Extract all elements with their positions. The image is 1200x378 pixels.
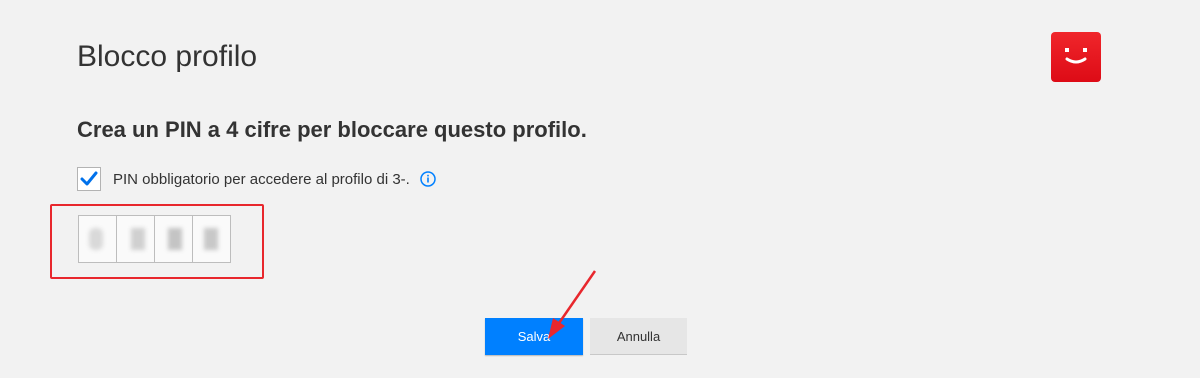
checkmark-icon xyxy=(80,171,98,186)
cancel-button[interactable]: Annulla xyxy=(590,318,687,355)
profile-avatar xyxy=(1051,32,1101,82)
require-pin-row: PIN obbligatorio per accedere al profilo… xyxy=(77,165,436,193)
annotation-arrow xyxy=(548,270,597,339)
profile-lock-page: Blocco profilo Crea un PIN a 4 cifre per… xyxy=(0,0,1200,378)
pin-highlight-box xyxy=(50,204,264,279)
info-icon[interactable] xyxy=(420,171,436,187)
require-pin-label: PIN obbligatorio per accedere al profilo… xyxy=(113,170,410,188)
pin-instructions: Crea un PIN a 4 cifre per bloccare quest… xyxy=(77,117,587,142)
smiley-icon xyxy=(1065,48,1087,64)
require-pin-checkbox[interactable] xyxy=(77,167,101,191)
page-title: Blocco profilo xyxy=(77,40,258,73)
